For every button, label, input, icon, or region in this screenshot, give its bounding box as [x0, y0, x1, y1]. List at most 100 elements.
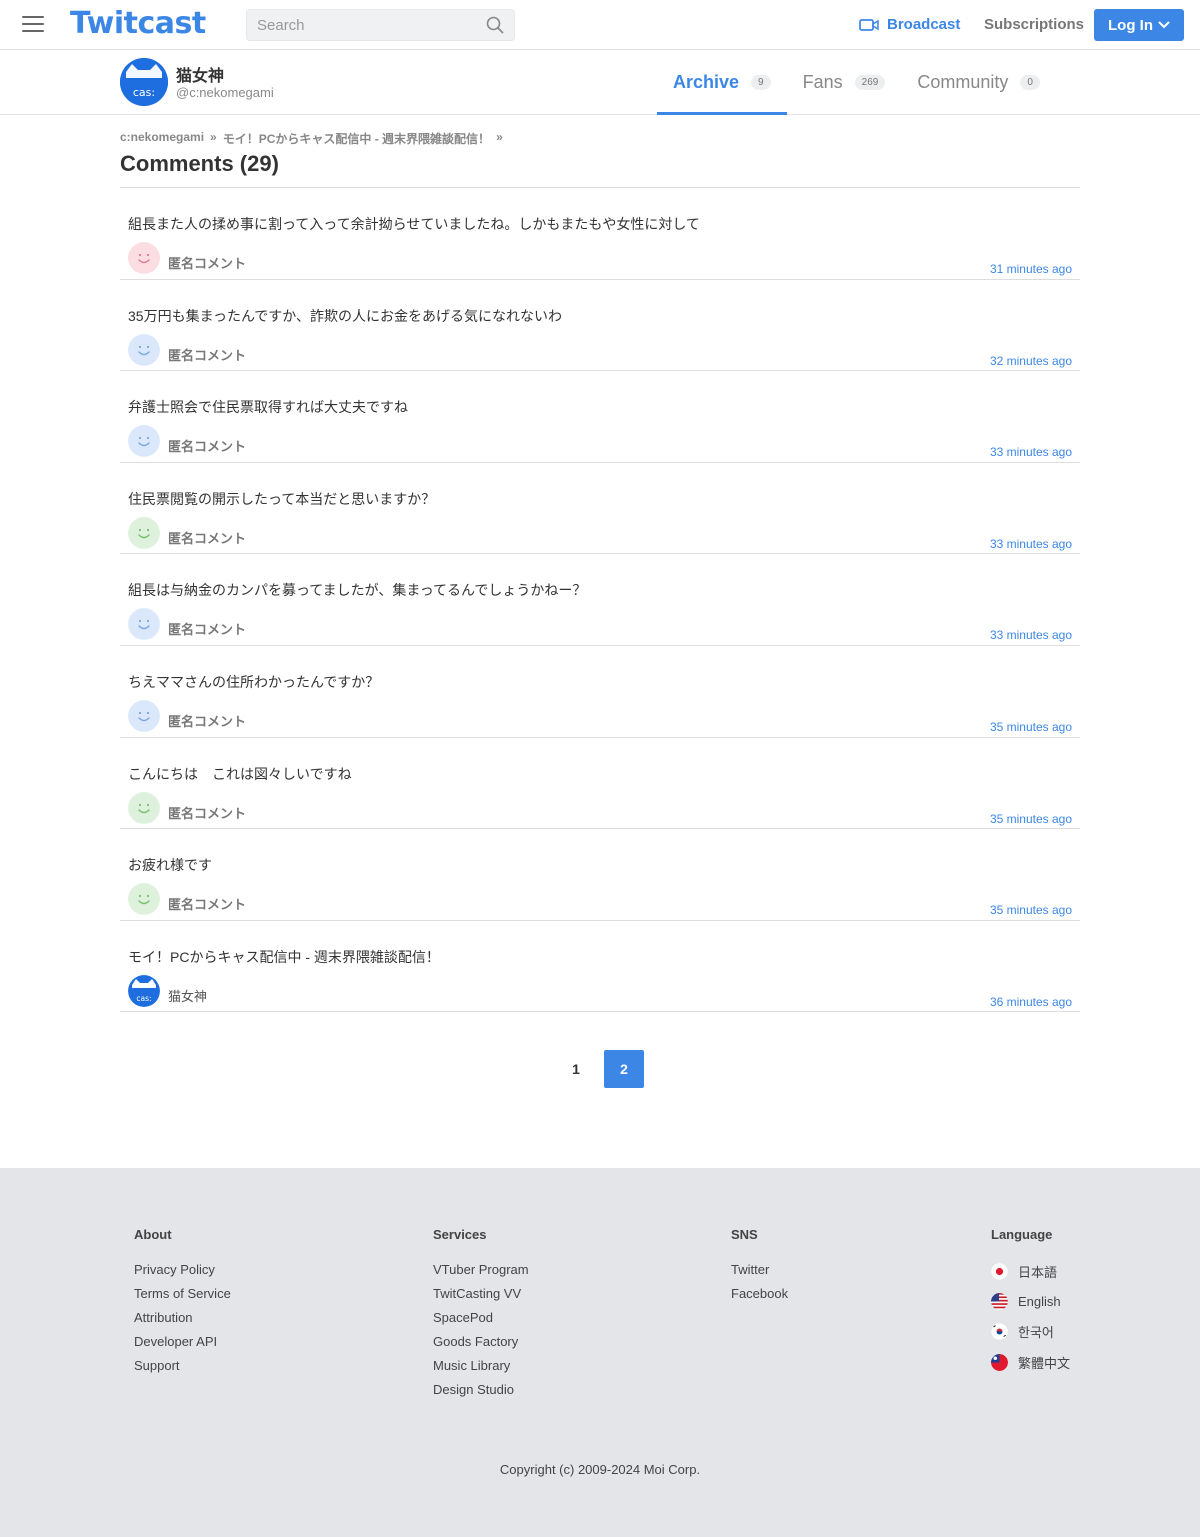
- breadcrumb: c:nekomegami » モイ！PCからキャス配信中 - 週末界隈雑談配信！…: [120, 130, 1080, 147]
- cat-logo-icon[interactable]: cas:: [128, 974, 160, 1007]
- comment-timestamp[interactable]: 33 minutes ago: [990, 628, 1072, 642]
- smiley-avatar-icon[interactable]: [128, 699, 160, 732]
- breadcrumb-movie-link[interactable]: モイ！PCからキャス配信中 - 週末界隈雑談配信！: [223, 130, 490, 147]
- comment-text: 組長は与納金のカンパを募ってましたが、集まってるんでしょうかねー？: [128, 582, 587, 599]
- footer-sns: SNS Twitter Facebook: [731, 1227, 788, 1310]
- korea-flag-icon: [991, 1323, 1008, 1340]
- smiley-avatar-icon[interactable]: [128, 516, 160, 549]
- footer-link-facebook[interactable]: Facebook: [731, 1286, 788, 1301]
- smiley-avatar-icon[interactable]: [128, 425, 160, 458]
- footer-link-spacepod[interactable]: SpacePod: [433, 1310, 529, 1325]
- footer-services: Services VTuber Program TwitCasting VV S…: [433, 1227, 529, 1406]
- profile-name[interactable]: 猫女神: [176, 62, 224, 86]
- comment-timestamp[interactable]: 36 minutes ago: [990, 995, 1072, 1009]
- profile-avatar[interactable]: cas:: [120, 58, 168, 106]
- menu-icon[interactable]: [22, 16, 44, 34]
- footer-link-goods-factory[interactable]: Goods Factory: [433, 1334, 529, 1349]
- language-japanese[interactable]: 日本語: [991, 1262, 1070, 1281]
- comment-timestamp[interactable]: 35 minutes ago: [990, 720, 1072, 734]
- comment-text: モイ！PCからキャス配信中 - 週末界隈雑談配信！: [128, 948, 440, 965]
- search-input[interactable]: [247, 10, 467, 40]
- footer-link-design-studio[interactable]: Design Studio: [433, 1382, 529, 1397]
- language-korean[interactable]: 한국어: [991, 1322, 1070, 1341]
- login-button[interactable]: Log In: [1094, 9, 1184, 41]
- comment-timestamp[interactable]: 35 minutes ago: [990, 812, 1072, 826]
- login-label: Log In: [1108, 16, 1153, 34]
- broadcast-label: Broadcast: [887, 16, 961, 33]
- comment-text: 弁護士照会で住民票取得すれば大丈夫ですね: [128, 399, 408, 416]
- smiley-avatar-icon[interactable]: [128, 608, 160, 641]
- footer-link-twitter[interactable]: Twitter: [731, 1262, 788, 1277]
- smiley-avatar-icon[interactable]: [128, 791, 160, 824]
- comment-item: お疲れ様です 匿名コメント 35 minutes ago: [120, 829, 1080, 921]
- comment-author: 匿名コメント: [168, 805, 247, 821]
- page-2-button[interactable]: 2: [604, 1050, 644, 1088]
- footer-link-terms[interactable]: Terms of Service: [134, 1286, 231, 1301]
- footer-heading: Language: [991, 1227, 1053, 1242]
- search-icon[interactable]: [486, 16, 504, 34]
- page-1-button[interactable]: 1: [556, 1050, 596, 1088]
- tab-count-badge: 9: [751, 74, 771, 90]
- tab-archive[interactable]: Archive 9: [657, 50, 787, 115]
- tab-count-badge: 269: [854, 74, 886, 90]
- us-flag-icon: [991, 1293, 1008, 1310]
- language-label: 한국어: [1018, 1325, 1054, 1340]
- comment-text: ちえママさんの住所わかったんですか？: [128, 673, 380, 690]
- breadcrumb-separator: »: [210, 130, 217, 144]
- comment-author: 匿名コメント: [168, 530, 247, 546]
- footer-about: About Privacy Policy Terms of Service At…: [134, 1227, 231, 1382]
- comment-author: 匿名コメント: [168, 439, 247, 455]
- comment-text: こんにちは これは図々しいですね: [128, 765, 352, 782]
- language-traditional-chinese[interactable]: 繁體中文: [991, 1353, 1070, 1372]
- smiley-avatar-icon[interactable]: [128, 333, 160, 366]
- language-label: English: [1018, 1294, 1061, 1309]
- footer-heading: About: [134, 1227, 172, 1242]
- footer-link-music-library[interactable]: Music Library: [433, 1358, 529, 1373]
- cat-logo-icon: cas:: [120, 58, 168, 106]
- comment-text: お疲れ様です: [128, 857, 212, 874]
- breadcrumb-user-link[interactable]: c:nekomegami: [120, 130, 204, 147]
- comment-text: 組長また人の揉め事に割って入って余計拗らせていましたね。しかもまたもや女性に対し…: [128, 216, 700, 232]
- broadcast-button[interactable]: Broadcast: [859, 16, 960, 33]
- twitcast-logo[interactable]: Twitcast: [70, 6, 206, 41]
- profile-id: @c:nekomegami: [176, 85, 274, 100]
- footer-link-developer-api[interactable]: Developer API: [134, 1334, 231, 1349]
- taiwan-flag-icon: [991, 1354, 1008, 1371]
- svg-text:cas:: cas:: [133, 86, 155, 99]
- svg-text:cas:: cas:: [136, 994, 151, 1003]
- search-box: [246, 9, 515, 41]
- language-english[interactable]: English: [991, 1293, 1070, 1310]
- tab-count-badge: 0: [1020, 74, 1040, 90]
- subscriptions-link[interactable]: Subscriptions: [984, 16, 1084, 33]
- footer-link-vtuber[interactable]: VTuber Program: [433, 1262, 529, 1277]
- tab-label: Fans: [802, 71, 843, 92]
- footer-link-support[interactable]: Support: [134, 1358, 231, 1373]
- comment-timestamp[interactable]: 33 minutes ago: [990, 537, 1072, 551]
- footer-link-attribution[interactable]: Attribution: [134, 1310, 231, 1325]
- pagination: 1 2: [556, 1050, 644, 1088]
- profile-tabs: Archive 9 Fans 269 Community 0: [657, 50, 1056, 115]
- footer-link-privacy[interactable]: Privacy Policy: [134, 1262, 231, 1277]
- copyright: Copyright (c) 2009-2024 Moi Corp.: [499, 1462, 701, 1477]
- comment-item: 組長また人の揉め事に割って入って余計拗らせていましたね。しかもまたもや女性に対し…: [120, 188, 1080, 280]
- comment-timestamp[interactable]: 32 minutes ago: [990, 354, 1072, 368]
- comment-list: 組長また人の揉め事に割って入って余計拗らせていましたね。しかもまたもや女性に対し…: [120, 188, 1080, 1013]
- smiley-avatar-icon[interactable]: [128, 242, 160, 274]
- page-title: Comments (29): [120, 151, 1080, 188]
- top-header: Twitcast Broadcast Subscriptions Log In: [0, 0, 1200, 50]
- comment-author: 匿名コメント: [168, 256, 247, 271]
- comment-timestamp[interactable]: 33 minutes ago: [990, 445, 1072, 459]
- tab-community[interactable]: Community 0: [901, 50, 1056, 114]
- comment-author[interactable]: 猫女神: [168, 986, 207, 1005]
- smiley-avatar-icon[interactable]: [128, 883, 160, 916]
- footer-link-twitcasting-vv[interactable]: TwitCasting VV: [433, 1286, 529, 1301]
- comments-section: c:nekomegami » モイ！PCからキャス配信中 - 週末界隈雑談配信！…: [120, 130, 1080, 1013]
- comment-item: 組長は与納金のカンパを募ってましたが、集まってるんでしょうかねー？ 匿名コメント 3…: [120, 554, 1080, 646]
- comment-timestamp[interactable]: 31 minutes ago: [990, 262, 1072, 276]
- comment-timestamp[interactable]: 35 minutes ago: [990, 903, 1072, 917]
- comment-item: こんにちは これは図々しいですね匿名コメント 35 minutes ago: [120, 738, 1080, 830]
- comment-author: 匿名コメント: [168, 713, 247, 729]
- footer-language: Language 日本語 English 한국어 繁體中文: [991, 1227, 1070, 1384]
- comment-author: 匿名コメント: [168, 347, 247, 363]
- tab-fans[interactable]: Fans 269: [787, 50, 902, 114]
